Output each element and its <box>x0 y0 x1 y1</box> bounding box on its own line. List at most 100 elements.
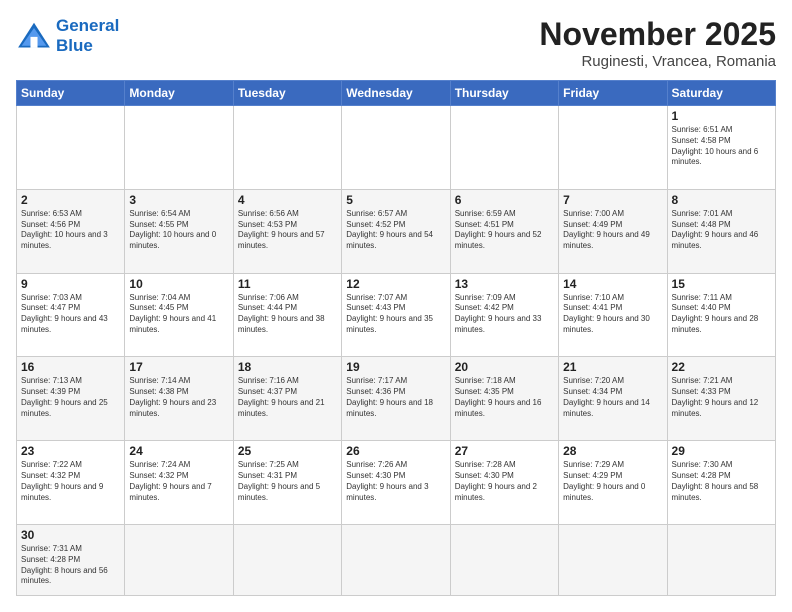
day-number: 17 <box>129 360 228 374</box>
calendar-cell <box>233 106 341 190</box>
day-info: Sunrise: 7:28 AM Sunset: 4:30 PM Dayligh… <box>455 460 554 503</box>
day-number: 25 <box>238 444 337 458</box>
day-info: Sunrise: 6:53 AM Sunset: 4:56 PM Dayligh… <box>21 209 120 252</box>
calendar-cell: 8Sunrise: 7:01 AM Sunset: 4:48 PM Daylig… <box>667 189 775 273</box>
calendar-cell: 14Sunrise: 7:10 AM Sunset: 4:41 PM Dayli… <box>559 273 667 357</box>
day-info: Sunrise: 6:54 AM Sunset: 4:55 PM Dayligh… <box>129 209 228 252</box>
calendar-cell <box>342 106 450 190</box>
calendar-cell: 16 Sunrise: 7:13 AM Sunset: 4:39 PM Dayli… <box>17 357 125 441</box>
header-thursday: Thursday <box>450 81 558 106</box>
day-info: Sunrise: 7:13 AM Sunset: 4:39 PM Dayligh… <box>21 376 120 419</box>
header-saturday: Saturday <box>667 81 775 106</box>
calendar-cell: 15Sunrise: 7:11 AM Sunset: 4:40 PM Dayli… <box>667 273 775 357</box>
calendar-cell: 13 Sunrise: 7:09 AM Sunset: 4:42 PM Dayli… <box>450 273 558 357</box>
day-number: 5 <box>346 193 445 207</box>
day-info: Sunrise: 7:30 AM Sunset: 4:28 PM Dayligh… <box>672 460 771 503</box>
day-info: Sunrise: 7:07 AM Sunset: 4:43 PM Dayligh… <box>346 293 445 336</box>
calendar-cell: 20Sunrise: 7:18 AM Sunset: 4:35 PM Dayli… <box>450 357 558 441</box>
day-info: Sunrise: 7:06 AM Sunset: 4:44 PM Dayligh… <box>238 293 337 336</box>
day-info: Sunrise: 7:00 AM Sunset: 4:49 PM Dayligh… <box>563 209 662 252</box>
day-info: Sunrise: 7:17 AM Sunset: 4:36 PM Dayligh… <box>346 376 445 419</box>
day-info: Sunrise: 6:51 AM Sunset: 4:58 PM Dayligh… <box>672 125 771 168</box>
day-info: Sunrise: 7:26 AM Sunset: 4:30 PM Dayligh… <box>346 460 445 503</box>
day-info: Sunrise: 7:01 AM Sunset: 4:48 PM Dayligh… <box>672 209 771 252</box>
calendar-header-row: Sunday Monday Tuesday Wednesday Thursday… <box>17 81 776 106</box>
calendar-cell: 22Sunrise: 7:21 AM Sunset: 4:33 PM Dayli… <box>667 357 775 441</box>
day-number: 28 <box>563 444 662 458</box>
day-number: 11 <box>238 277 337 291</box>
day-number: 30 <box>21 528 120 542</box>
calendar-cell <box>17 106 125 190</box>
day-number: 7 <box>563 193 662 207</box>
calendar-cell: 27 Sunrise: 7:28 AM Sunset: 4:30 PM Dayli… <box>450 441 558 525</box>
logo-icon <box>16 21 52 51</box>
day-info: Sunrise: 7:21 AM Sunset: 4:33 PM Dayligh… <box>672 376 771 419</box>
calendar-table: Sunday Monday Tuesday Wednesday Thursday… <box>16 80 776 596</box>
calendar-cell: 19 Sunrise: 7:17 AM Sunset: 4:36 PM Dayli… <box>342 357 450 441</box>
title-block: November 2025 Ruginesti, Vrancea, Romani… <box>539 16 776 70</box>
day-number: 3 <box>129 193 228 207</box>
location: Ruginesti, Vrancea, Romania <box>539 53 776 70</box>
calendar-week-4: 16 Sunrise: 7:13 AM Sunset: 4:39 PM Dayli… <box>17 357 776 441</box>
calendar-cell: 3 Sunrise: 6:54 AM Sunset: 4:55 PM Daylig… <box>125 189 233 273</box>
day-info: Sunrise: 6:59 AM Sunset: 4:51 PM Dayligh… <box>455 209 554 252</box>
day-info: Sunrise: 7:11 AM Sunset: 4:40 PM Dayligh… <box>672 293 771 336</box>
day-number: 1 <box>672 109 771 123</box>
day-info: Sunrise: 6:56 AM Sunset: 4:53 PM Dayligh… <box>238 209 337 252</box>
day-info: Sunrise: 7:22 AM Sunset: 4:32 PM Dayligh… <box>21 460 120 503</box>
day-number: 21 <box>563 360 662 374</box>
header-tuesday: Tuesday <box>233 81 341 106</box>
calendar-cell: 28Sunrise: 7:29 AM Sunset: 4:29 PM Dayli… <box>559 441 667 525</box>
calendar-cell: 21 Sunrise: 7:20 AM Sunset: 4:34 PM Dayli… <box>559 357 667 441</box>
calendar-cell: 12Sunrise: 7:07 AM Sunset: 4:43 PM Dayli… <box>342 273 450 357</box>
day-number: 23 <box>21 444 120 458</box>
calendar-week-3: 9Sunrise: 7:03 AM Sunset: 4:47 PM Daylig… <box>17 273 776 357</box>
header-monday: Monday <box>125 81 233 106</box>
day-info: Sunrise: 6:57 AM Sunset: 4:52 PM Dayligh… <box>346 209 445 252</box>
day-info: Sunrise: 7:25 AM Sunset: 4:31 PM Dayligh… <box>238 460 337 503</box>
calendar-cell <box>450 524 558 595</box>
header: General Blue November 2025 Ruginesti, Vr… <box>16 16 776 70</box>
day-number: 20 <box>455 360 554 374</box>
calendar-week-5: 23 Sunrise: 7:22 AM Sunset: 4:32 PM Dayli… <box>17 441 776 525</box>
calendar-cell: 6Sunrise: 6:59 AM Sunset: 4:51 PM Daylig… <box>450 189 558 273</box>
day-info: Sunrise: 7:09 AM Sunset: 4:42 PM Dayligh… <box>455 293 554 336</box>
day-info: Sunrise: 7:24 AM Sunset: 4:32 PM Dayligh… <box>129 460 228 503</box>
calendar-cell: 11 Sunrise: 7:06 AM Sunset: 4:44 PM Dayli… <box>233 273 341 357</box>
header-wednesday: Wednesday <box>342 81 450 106</box>
calendar-cell: 24Sunrise: 7:24 AM Sunset: 4:32 PM Dayli… <box>125 441 233 525</box>
calendar-cell: 7 Sunrise: 7:00 AM Sunset: 4:49 PM Daylig… <box>559 189 667 273</box>
day-info: Sunrise: 7:20 AM Sunset: 4:34 PM Dayligh… <box>563 376 662 419</box>
day-info: Sunrise: 7:03 AM Sunset: 4:47 PM Dayligh… <box>21 293 120 336</box>
header-friday: Friday <box>559 81 667 106</box>
calendar-cell: 10Sunrise: 7:04 AM Sunset: 4:45 PM Dayli… <box>125 273 233 357</box>
calendar-week-1: 1 Sunrise: 6:51 AM Sunset: 4:58 PM Daylig… <box>17 106 776 190</box>
day-number: 4 <box>238 193 337 207</box>
month-title: November 2025 <box>539 16 776 53</box>
calendar-cell: 17 Sunrise: 7:14 AM Sunset: 4:38 PM Dayli… <box>125 357 233 441</box>
logo-line2: Blue <box>56 36 119 56</box>
calendar-cell <box>342 524 450 595</box>
calendar-cell: 25 Sunrise: 7:25 AM Sunset: 4:31 PM Dayli… <box>233 441 341 525</box>
calendar-cell: 2 Sunrise: 6:53 AM Sunset: 4:56 PM Daylig… <box>17 189 125 273</box>
calendar-cell: 30 Sunrise: 7:31 AM Sunset: 4:28 PM Dayli… <box>17 524 125 595</box>
day-info: Sunrise: 7:31 AM Sunset: 4:28 PM Dayligh… <box>21 544 120 587</box>
calendar-cell <box>559 524 667 595</box>
day-number: 13 <box>455 277 554 291</box>
calendar-cell: 1 Sunrise: 6:51 AM Sunset: 4:58 PM Daylig… <box>667 106 775 190</box>
day-info: Sunrise: 7:16 AM Sunset: 4:37 PM Dayligh… <box>238 376 337 419</box>
calendar-cell: 5 Sunrise: 6:57 AM Sunset: 4:52 PM Daylig… <box>342 189 450 273</box>
day-number: 10 <box>129 277 228 291</box>
calendar-cell: 9Sunrise: 7:03 AM Sunset: 4:47 PM Daylig… <box>17 273 125 357</box>
day-number: 19 <box>346 360 445 374</box>
calendar-week-2: 2 Sunrise: 6:53 AM Sunset: 4:56 PM Daylig… <box>17 189 776 273</box>
calendar-week-6: 30 Sunrise: 7:31 AM Sunset: 4:28 PM Dayli… <box>17 524 776 595</box>
day-number: 16 <box>21 360 120 374</box>
day-number: 18 <box>238 360 337 374</box>
calendar-cell <box>450 106 558 190</box>
page: General Blue November 2025 Ruginesti, Vr… <box>0 0 792 612</box>
logo-line1: General <box>56 16 119 35</box>
day-number: 2 <box>21 193 120 207</box>
day-number: 27 <box>455 444 554 458</box>
day-info: Sunrise: 7:14 AM Sunset: 4:38 PM Dayligh… <box>129 376 228 419</box>
